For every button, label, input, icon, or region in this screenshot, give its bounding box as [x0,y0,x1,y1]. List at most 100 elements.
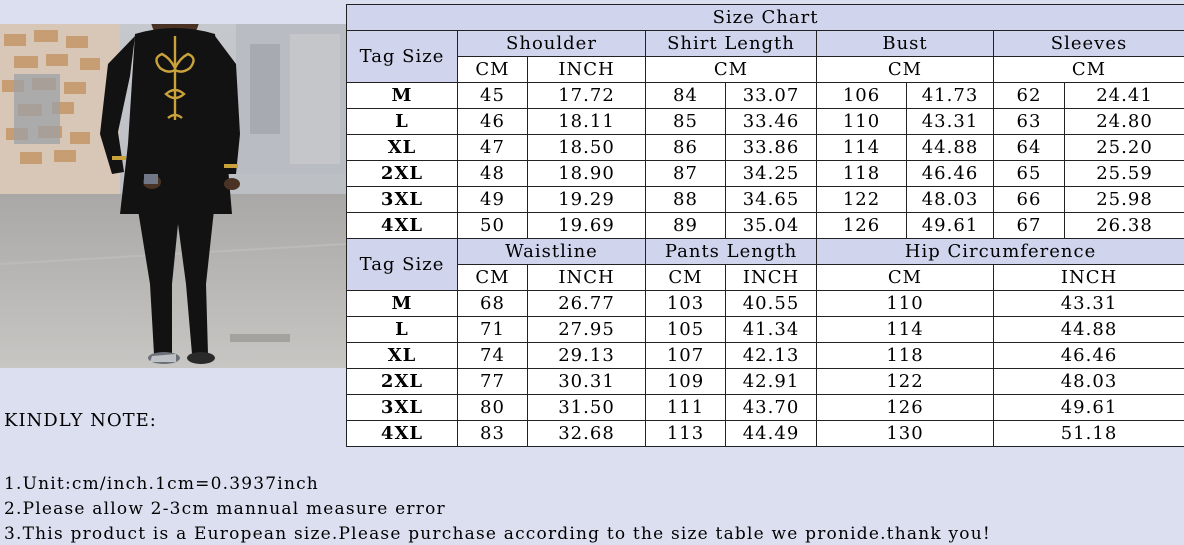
kindly-note-heading: KINDLY NOTE: [4,410,157,431]
tag-size-header: Tag Size [346,30,458,83]
measurement-cell: 68 [457,290,528,317]
measurement-cell: 44.88 [992,316,1184,343]
measurement-cell: 45 [457,82,528,109]
model-illustration [0,24,346,368]
size-table-top: Size Chart Tag Size Shoulder Shirt Lengt… [345,4,1184,239]
tag-size-cell: M [346,290,458,317]
unit-header: CM [816,264,994,291]
measurement-cell: 130 [816,420,994,447]
measurement-cell: 107 [645,342,726,369]
unit-header: INCH [725,264,817,291]
measurement-cell: 29.13 [527,342,646,369]
table-row: 2XL 48 18.90 87 34.25 118 46.46 65 25.59 [346,160,1184,187]
measurement-cell: 126 [816,394,994,421]
measurement-cell: 66 [993,186,1065,213]
measurement-cell: 64 [993,134,1065,161]
unit-header: CM [816,56,994,83]
measurement-cell: 84 [645,82,726,109]
unit-header: CM [645,56,817,83]
table-row: XL 74 29.13 107 42.13 118 46.46 [346,342,1184,369]
measurement-cell: 25.59 [1063,160,1184,187]
table-row: L 46 18.11 85 33.46 110 43.31 63 24.80 [346,108,1184,135]
measurement-cell: 25.98 [1063,186,1184,213]
measurement-cell: 126 [816,212,907,239]
measurement-cell: 86 [645,134,726,161]
measurement-cell: 122 [816,186,907,213]
chart-title: Size Chart [345,4,1184,31]
measurement-cell: 27.95 [527,316,646,343]
measurement-cell: 48.03 [992,368,1184,395]
measurement-cell: 105 [645,316,726,343]
tag-size-cell: L [346,108,458,135]
unit-header: CM [457,56,528,83]
note-line-2: 2.Please allow 2-3cm mannual measure err… [4,499,446,519]
measurement-cell: 113 [645,420,726,447]
measurement-cell: 88 [645,186,726,213]
measurement-cell: 63 [993,108,1065,135]
measurement-cell: 25.20 [1063,134,1184,161]
measurement-cell: 51.18 [992,420,1184,447]
measurement-cell: 85 [645,108,726,135]
measurement-cell: 43.70 [725,394,817,421]
measurement-cell: 48 [457,160,528,187]
group-header: Shoulder [457,30,646,57]
table-row: 3XL 80 31.50 111 43.70 126 49.61 [346,394,1184,421]
tag-size-header: Tag Size [346,238,458,291]
measurement-cell: 19.29 [527,186,646,213]
table-row: M 45 17.72 84 33.07 106 41.73 62 24.41 [346,82,1184,109]
unit-header: INCH [527,264,646,291]
unit-header: CM [645,264,726,291]
measurement-cell: 47 [457,134,528,161]
table-row: 4XL 83 32.68 113 44.49 130 51.18 [346,420,1184,447]
measurement-cell: 77 [457,368,528,395]
measurement-cell: 110 [816,108,907,135]
group-header: Bust [816,30,994,57]
measurement-cell: 44.88 [906,134,994,161]
measurement-cell: 46.46 [992,342,1184,369]
measurement-cell: 87 [645,160,726,187]
measurement-cell: 44.49 [725,420,817,447]
measurement-cell: 74 [457,342,528,369]
measurement-cell: 46 [457,108,528,135]
measurement-cell: 50 [457,212,528,239]
group-header: Sleeves [992,30,1184,57]
unit-header: INCH [992,264,1184,291]
measurement-cell: 110 [816,290,994,317]
group-header: Shirt Length [645,30,817,57]
unit-header: INCH [527,56,646,83]
measurement-cell: 49.61 [992,394,1184,421]
measurement-cell: 48.03 [906,186,994,213]
measurement-cell: 18.90 [527,160,646,187]
measurement-cell: 89 [645,212,726,239]
measurement-cell: 17.72 [527,82,646,109]
measurement-cell: 18.50 [527,134,646,161]
tag-size-cell: 4XL [346,420,458,447]
group-header: Hip Circumference [815,238,1184,265]
tag-size-cell: 3XL [346,186,458,213]
measurement-cell: 19.69 [527,212,646,239]
measurement-cell: 62 [993,82,1065,109]
measurement-cell: 26.38 [1063,212,1184,239]
group-header: Waistline [457,238,646,265]
measurement-cell: 26.77 [527,290,646,317]
table-row: 2XL 77 30.31 109 42.91 122 48.03 [346,368,1184,395]
measurement-cell: 42.91 [725,368,817,395]
tag-size-cell: 4XL [346,212,458,239]
measurement-cell: 41.34 [725,316,817,343]
measurement-cell: 42.13 [725,342,817,369]
measurement-cell: 80 [457,394,528,421]
measurement-cell: 24.80 [1063,108,1184,135]
measurement-cell: 30.31 [527,368,646,395]
measurement-cell: 83 [457,420,528,447]
tag-size-cell: 2XL [346,160,458,187]
measurement-cell: 103 [645,290,726,317]
measurement-cell: 114 [816,134,907,161]
measurement-cell: 71 [457,316,528,343]
measurement-cell: 35.04 [725,212,817,239]
measurement-cell: 67 [993,212,1065,239]
measurement-cell: 33.86 [725,134,817,161]
size-chart-area: Size Chart Tag Size Shoulder Shirt Lengt… [345,0,1184,447]
measurement-cell: 31.50 [527,394,646,421]
measurement-cell: 41.73 [906,82,994,109]
table-row: 4XL 50 19.69 89 35.04 126 49.61 67 26.38 [346,212,1184,239]
